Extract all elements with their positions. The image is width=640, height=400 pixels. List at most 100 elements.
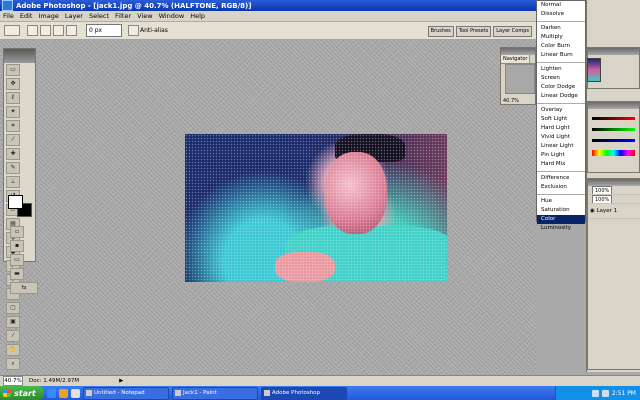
menu-select[interactable]: Select (89, 12, 109, 20)
clock[interactable]: 2:51 PM (612, 390, 636, 397)
blend-mode-item-selected[interactable]: Color (537, 215, 585, 224)
toolbox-header[interactable] (4, 49, 35, 63)
color-swatches (8, 195, 32, 217)
blend-mode-item[interactable]: Linear Dodge (537, 92, 585, 101)
right-panel-column: 100% 100% ◉ Layer 1 (586, 0, 640, 372)
magic-wand-icon[interactable]: ✦ (6, 106, 20, 118)
blend-mode-item[interactable]: Multiply (537, 33, 585, 42)
screen-mode-standard-icon[interactable]: ▭ (10, 254, 24, 266)
color-ramp[interactable] (592, 150, 635, 156)
menu-filter[interactable]: Filter (115, 12, 131, 20)
blend-mode-item[interactable]: Hard Mix (537, 160, 585, 169)
blend-mode-item[interactable]: Pin Light (537, 151, 585, 160)
imageready-jump-icon[interactable]: ⇆ (10, 282, 38, 294)
green-slider[interactable] (592, 128, 635, 131)
blend-mode-item[interactable]: Exclusion (537, 183, 585, 192)
stamp-tool-icon[interactable]: ⊥ (6, 176, 20, 188)
blend-mode-item[interactable]: Soft Light (537, 115, 585, 124)
system-tray: 2:51 PM (555, 386, 640, 400)
blend-mode-item[interactable]: Color Burn (537, 42, 585, 51)
layer-row[interactable]: ◉ Layer 1 (588, 204, 640, 219)
document-canvas[interactable] (185, 134, 447, 282)
standard-mode-icon[interactable]: ▫ (10, 226, 24, 238)
blend-mode-item[interactable]: Screen (537, 74, 585, 83)
media-quicklaunch-icon[interactable] (59, 388, 68, 398)
blend-mode-item[interactable]: Saturation (537, 206, 585, 215)
blend-mode-item[interactable]: Linear Light (537, 142, 585, 151)
layers-panel-header[interactable] (588, 179, 640, 186)
menu-window[interactable]: Window (159, 12, 185, 20)
screen-mode-full-icon[interactable]: ▬ (10, 268, 24, 280)
menu-layer[interactable]: Layer (65, 12, 83, 20)
red-slider[interactable] (592, 117, 635, 120)
brush-tool-icon[interactable]: ✎ (6, 162, 20, 174)
menu-view[interactable]: View (137, 12, 152, 20)
network-icon[interactable] (591, 389, 599, 397)
task-photoshop[interactable]: Adobe Photoshop (261, 386, 347, 400)
quick-mask-icon[interactable]: ▪ (10, 240, 24, 252)
hand-tool-icon[interactable]: ✋ (6, 344, 20, 356)
desktop-quicklaunch-icon[interactable] (71, 388, 80, 398)
blend-mode-item[interactable]: Hard Light (537, 124, 585, 133)
task-paint[interactable]: Jack1 - Paint (172, 386, 258, 400)
blend-mode-item[interactable]: Luminosity (537, 224, 585, 233)
healing-brush-icon[interactable]: ✚ (6, 148, 20, 160)
zoom-tool-icon[interactable]: ⌕ (6, 358, 20, 370)
notes-tool-icon[interactable]: ▣ (6, 316, 20, 328)
blend-mode-item[interactable]: Vivid Light (537, 133, 585, 142)
crop-tool-icon[interactable]: ⌗ (6, 120, 20, 132)
add-selection-icon[interactable] (40, 25, 51, 36)
info-panel-header[interactable] (588, 48, 639, 55)
blend-mode-item[interactable]: Normal (537, 1, 585, 10)
blend-mode-item[interactable]: Hue (537, 197, 585, 206)
tool-preset-icon[interactable] (4, 25, 20, 36)
menu-separator (537, 103, 585, 104)
eyedropper-tool-icon[interactable]: ⁄ (6, 330, 20, 342)
status-arrow-icon[interactable]: ▶ (119, 378, 123, 384)
foreground-color-swatch[interactable] (8, 195, 23, 209)
blend-mode-item[interactable]: Difference (537, 174, 585, 183)
layers-opacity-row: 100% (588, 186, 640, 195)
menu-separator (537, 62, 585, 63)
menu-file[interactable]: File (3, 12, 14, 20)
blend-mode-item[interactable]: Overlay (537, 106, 585, 115)
palette-well-layer-comps[interactable]: Layer Comps (493, 26, 532, 37)
lasso-tool-icon[interactable]: ℓ (6, 92, 20, 104)
status-bar: 40.7% Doc: 1.49M/2.97M ▶ (0, 375, 640, 386)
shape-tool-icon[interactable]: ▢ (6, 302, 20, 314)
slice-tool-icon[interactable]: ⁄ (6, 134, 20, 146)
ie-quicklaunch-icon[interactable] (47, 388, 56, 398)
blend-mode-item[interactable]: Darken (537, 24, 585, 33)
anti-alias-checkbox[interactable] (128, 25, 139, 36)
intersect-selection-icon[interactable] (66, 25, 77, 36)
opacity-field[interactable]: 100% (592, 186, 613, 194)
menu-edit[interactable]: Edit (20, 12, 33, 20)
blend-mode-item[interactable]: Color Dodge (537, 83, 585, 92)
blend-mode-item[interactable]: Linear Burn (537, 51, 585, 60)
start-button[interactable]: start (0, 386, 44, 400)
move-tool-icon[interactable]: ✥ (6, 78, 20, 90)
eye-icon[interactable]: ◉ (590, 208, 595, 214)
feather-field[interactable]: 0 px (86, 24, 122, 37)
fill-field[interactable]: 100% (592, 195, 613, 203)
navigator-zoom[interactable]: 40.7% (503, 98, 519, 104)
menu-help[interactable]: Help (190, 12, 205, 20)
marquee-tool-icon[interactable]: ▭ (6, 64, 20, 76)
subtract-selection-icon[interactable] (53, 25, 64, 36)
palette-well-tool-presets[interactable]: Tool Presets (455, 26, 492, 37)
navigator-header[interactable] (501, 48, 535, 55)
new-selection-icon[interactable] (27, 25, 38, 36)
blend-mode-dropdown: Normal Dissolve Darken Multiply Color Bu… (536, 0, 586, 231)
blend-mode-item[interactable]: Lighten (537, 65, 585, 74)
blend-mode-item[interactable]: Dissolve (537, 10, 585, 19)
tab-navigator[interactable]: Navigator (501, 55, 531, 63)
navigator-thumbnail[interactable] (505, 64, 535, 94)
window-title: Adobe Photoshop - [jack1.jpg @ 40.7% (HA… (16, 1, 252, 10)
palette-well-brushes[interactable]: Brushes (427, 26, 454, 37)
volume-icon[interactable] (601, 389, 609, 397)
color-panel-header[interactable] (588, 102, 639, 109)
blue-slider[interactable] (592, 139, 635, 142)
menu-image[interactable]: Image (38, 12, 58, 20)
status-zoom-field[interactable]: 40.7% (3, 376, 23, 386)
task-notepad[interactable]: Untitled - Notepad (83, 386, 169, 400)
